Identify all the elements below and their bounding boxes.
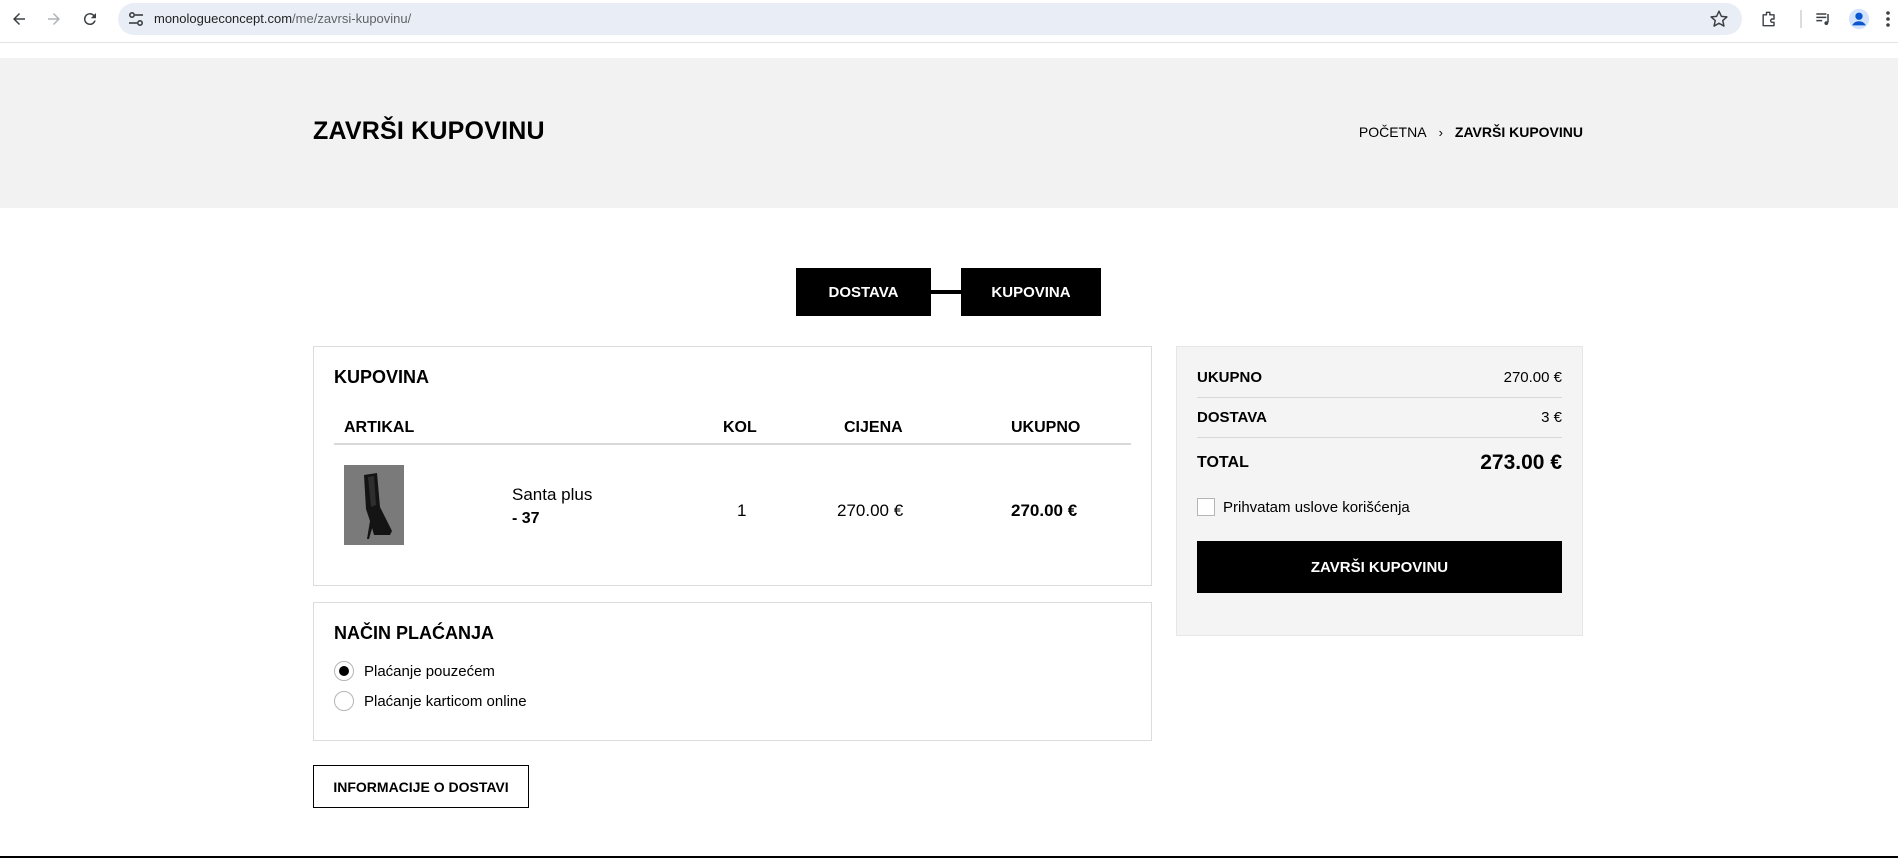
kebab-menu-icon[interactable] bbox=[1882, 8, 1894, 30]
summary-subtotal: UKUPNO 270.00 € bbox=[1197, 369, 1562, 386]
finish-purchase-button[interactable]: ZAVRŠI KUPOVINU bbox=[1197, 541, 1562, 593]
step-dostava[interactable]: DOSTAVA bbox=[796, 268, 931, 316]
url-text: monologueconcept.com/me/zavrsi-kupovinu/ bbox=[154, 11, 411, 26]
breadcrumb: POČETNA › ZAVRŠI KUPOVINU bbox=[1359, 124, 1583, 140]
reload-icon[interactable] bbox=[78, 7, 102, 31]
order-summary: UKUPNO 270.00 € DOSTAVA 3 € TOTAL 273.00… bbox=[1176, 346, 1583, 636]
order-title: KUPOVINA bbox=[334, 367, 430, 387]
subtotal-value: 270.00 € bbox=[1503, 369, 1562, 386]
table-row: Santa plus - 37 1 270.00 € 270.00 € bbox=[334, 455, 1131, 555]
delivery-info-button[interactable]: INFORMACIJE O DOSTAVI bbox=[313, 765, 529, 808]
product-qty: 1 bbox=[737, 501, 747, 520]
column-price: CIJENA bbox=[844, 419, 903, 436]
playlist-icon[interactable] bbox=[1812, 8, 1834, 30]
order-table-header: ARTIKAL KOL CIJENA UKUPNO bbox=[334, 419, 1131, 445]
radio-button-checked[interactable] bbox=[334, 661, 354, 681]
payment-option-label: Plaćanje pouzećem bbox=[364, 662, 495, 680]
shipping-label: DOSTAVA bbox=[1197, 409, 1267, 426]
total-value: 273.00 € bbox=[1480, 451, 1562, 474]
address-bar[interactable]: monologueconcept.com/me/zavrsi-kupovinu/ bbox=[118, 3, 1742, 35]
product-image[interactable] bbox=[344, 465, 404, 545]
back-icon[interactable] bbox=[7, 7, 31, 31]
star-icon[interactable] bbox=[1708, 8, 1730, 30]
total-label: TOTAL bbox=[1197, 454, 1249, 471]
browser-toolbar: monologueconcept.com/me/zavrsi-kupovinu/ bbox=[0, 0, 1898, 43]
step-kupovina[interactable]: KUPOVINA bbox=[961, 268, 1101, 316]
product-size: - 37 bbox=[512, 510, 540, 527]
breadcrumb-current: ZAVRŠI KUPOVINU bbox=[1454, 124, 1583, 140]
summary-divider bbox=[1197, 437, 1562, 438]
breadcrumb-home-link[interactable]: POČETNA bbox=[1359, 124, 1427, 140]
subtotal-label: UKUPNO bbox=[1197, 369, 1263, 386]
column-total: UKUPNO bbox=[1011, 419, 1081, 436]
avatar-icon[interactable] bbox=[1848, 8, 1870, 30]
tune-icon[interactable] bbox=[126, 9, 146, 29]
column-qty: KOL bbox=[723, 419, 757, 436]
payment-card: NAČIN PLAĆANJA Plaćanje pouzećem Plaćanj… bbox=[313, 602, 1152, 741]
puzzle-icon[interactable] bbox=[1758, 8, 1780, 30]
column-item: ARTIKAL bbox=[344, 419, 415, 436]
payment-option-card[interactable]: Plaćanje karticom online bbox=[334, 691, 527, 711]
terms-row[interactable]: Prihvatam uslove korišćenja bbox=[1197, 498, 1410, 516]
summary-shipping: DOSTAVA 3 € bbox=[1197, 409, 1562, 426]
order-card: KUPOVINA ARTIKAL KOL CIJENA UKUPNO Santa… bbox=[313, 346, 1152, 586]
product-price: 270.00 € bbox=[837, 501, 904, 520]
step-connector bbox=[930, 290, 962, 294]
page-header bbox=[0, 58, 1898, 208]
payment-title: NAČIN PLAĆANJA bbox=[334, 623, 495, 643]
summary-total: TOTAL 273.00 € bbox=[1197, 451, 1562, 475]
shipping-value: 3 € bbox=[1541, 409, 1562, 426]
product-total: 270.00 € bbox=[1011, 501, 1078, 520]
payment-option-label: Plaćanje karticom online bbox=[364, 692, 527, 710]
url-path: /me/zavrsi-kupovinu/ bbox=[292, 11, 412, 26]
toolbar-divider bbox=[1800, 10, 1802, 28]
page-title: ZAVRŠI KUPOVINU bbox=[313, 117, 545, 145]
forward-icon[interactable] bbox=[42, 7, 66, 31]
payment-option-cod[interactable]: Plaćanje pouzećem bbox=[334, 661, 495, 681]
product-name[interactable]: Santa plus bbox=[512, 485, 592, 505]
terms-label[interactable]: Prihvatam uslove korišćenja bbox=[1223, 499, 1410, 516]
radio-button[interactable] bbox=[334, 691, 354, 711]
summary-divider bbox=[1197, 397, 1562, 398]
terms-checkbox[interactable] bbox=[1197, 498, 1215, 516]
chevron-right-icon: › bbox=[1438, 124, 1443, 140]
url-host: monologueconcept.com bbox=[154, 11, 293, 26]
